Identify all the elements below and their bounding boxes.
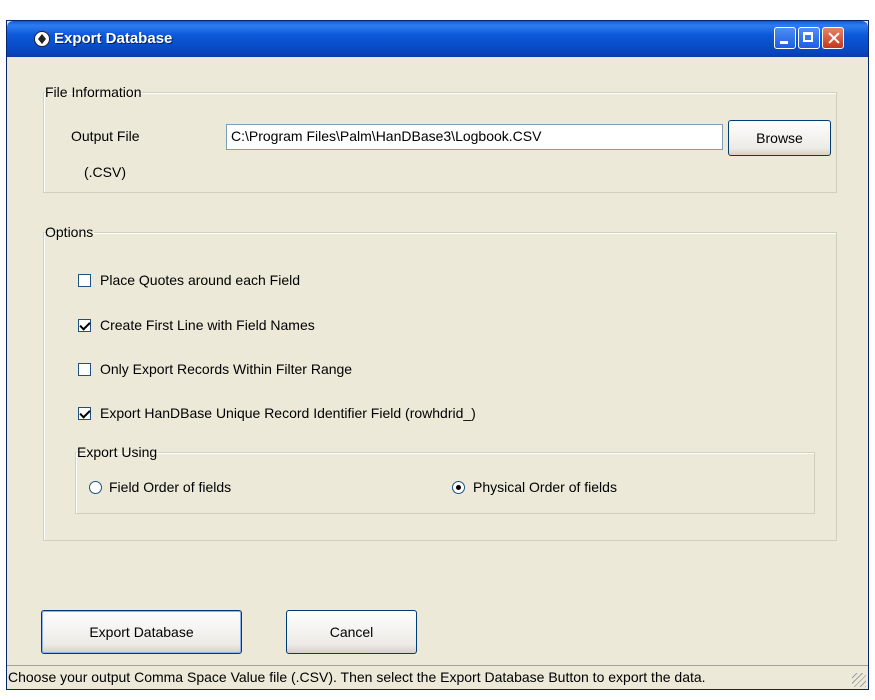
status-bar: Choose your output Comma Space Value fil…	[7, 665, 868, 689]
field-order-radio-label[interactable]: Field Order of fields	[109, 479, 231, 495]
file-information-legend: File Information	[45, 84, 142, 100]
field-names-checkbox[interactable]	[78, 319, 91, 332]
quotes-checkbox-label[interactable]: Place Quotes around each Field	[100, 272, 300, 288]
browse-button[interactable]: Browse	[728, 120, 831, 156]
quotes-checkbox[interactable]	[78, 274, 91, 287]
field-names-checkbox-label[interactable]: Create First Line with Field Names	[100, 317, 315, 333]
record-identifier-checkbox-label[interactable]: Export HanDBase Unique Record Identifier…	[100, 405, 476, 421]
csv-extension-label: (.CSV)	[84, 164, 126, 180]
physical-order-radio[interactable]	[452, 481, 465, 494]
title-bar[interactable]: Export Database	[7, 21, 868, 57]
close-button[interactable]	[822, 27, 844, 49]
record-identifier-checkbox[interactable]	[78, 407, 91, 420]
field-order-radio[interactable]	[89, 481, 102, 494]
output-file-label: Output File	[71, 128, 140, 144]
status-text: Choose your output Comma Space Value fil…	[8, 669, 706, 685]
cancel-button[interactable]: Cancel	[286, 610, 417, 654]
export-using-legend: Export Using	[77, 444, 158, 460]
app-icon	[34, 31, 50, 47]
maximize-button[interactable]	[798, 27, 820, 49]
export-database-button[interactable]: Export Database	[41, 610, 242, 654]
filter-range-checkbox[interactable]	[78, 363, 91, 376]
resize-grip-icon[interactable]	[852, 673, 866, 687]
minimize-button[interactable]	[774, 27, 796, 49]
window-title: Export Database	[54, 30, 173, 47]
filter-range-checkbox-label[interactable]: Only Export Records Within Filter Range	[100, 361, 352, 377]
options-legend: Options	[45, 224, 94, 240]
export-database-window: Export Database File Information Output …	[6, 20, 869, 690]
physical-order-radio-label[interactable]: Physical Order of fields	[473, 479, 617, 495]
output-file-input[interactable]: C:\Program Files\Palm\HanDBase3\Logbook.…	[226, 124, 723, 150]
